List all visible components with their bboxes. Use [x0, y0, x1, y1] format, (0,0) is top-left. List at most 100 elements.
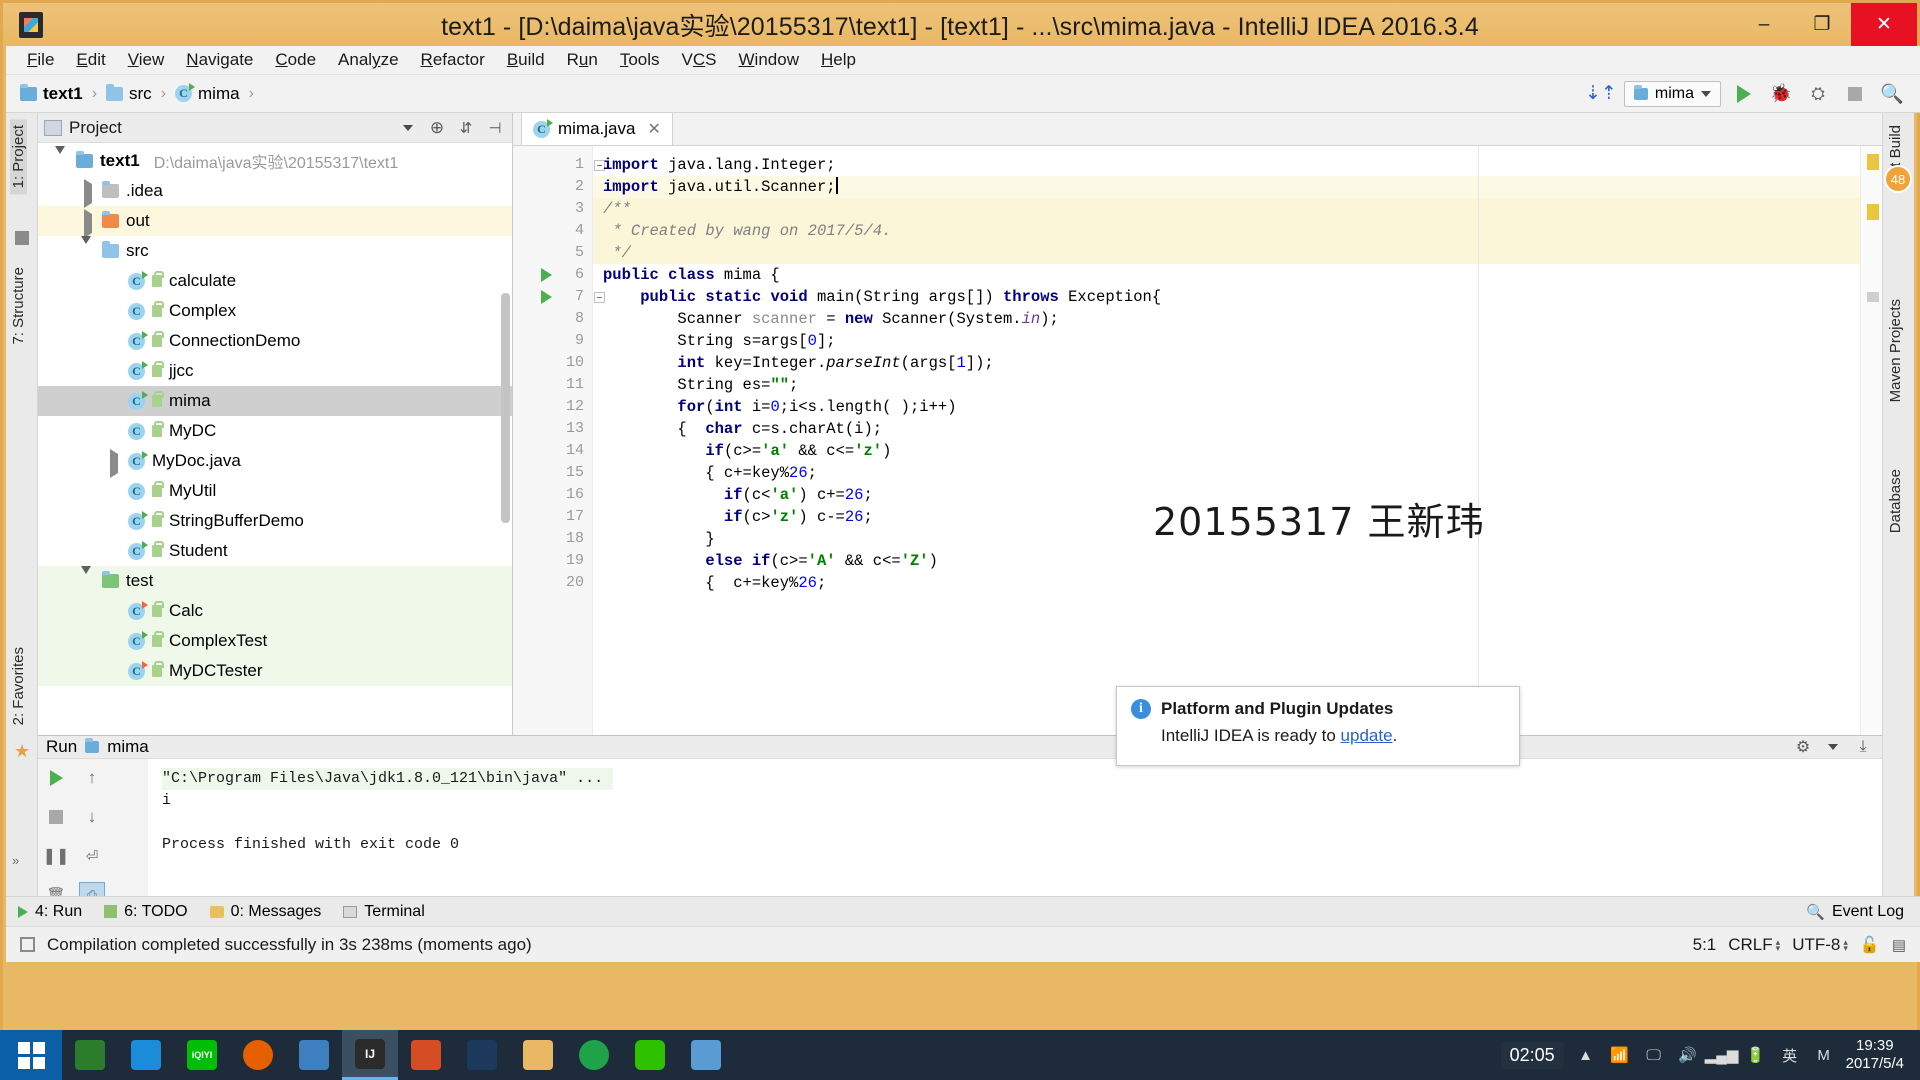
ime-icon[interactable]: 英	[1778, 1043, 1802, 1067]
tree-item-jjcc[interactable]: Cjjcc	[38, 356, 512, 386]
sidebar-item-maven-projects[interactable]: Maven Projects	[1887, 293, 1904, 408]
run-gutter-icon[interactable]	[541, 268, 552, 282]
build-status-icon[interactable]	[20, 937, 35, 952]
breadcrumb-text1[interactable]: text1	[16, 83, 87, 104]
taskbar-blue-app[interactable]	[286, 1030, 342, 1080]
run-configuration-selector[interactable]: mima	[1623, 80, 1721, 107]
encoding-selector[interactable]: UTF-8 ▴ ▾	[1792, 935, 1848, 955]
menu-build[interactable]: Build	[496, 48, 556, 72]
taskbar-iqiyi-app[interactable]: iQIYI	[174, 1030, 230, 1080]
taskbar-firefox-app[interactable]	[230, 1030, 286, 1080]
line-number[interactable]: 12	[513, 396, 592, 418]
taskbar-notes-app[interactable]	[678, 1030, 734, 1080]
code-line[interactable]: { c+=key%26;	[593, 462, 1882, 484]
tree-item--idea[interactable]: .idea	[38, 176, 512, 208]
menu-help[interactable]: Help	[810, 48, 867, 72]
notification-popup[interactable]: i Platform and Plugin Updates IntelliJ I…	[1116, 686, 1520, 766]
search-button[interactable]: 🔍	[1878, 80, 1906, 108]
hide-panel-icon[interactable]: ⊣	[484, 117, 506, 139]
project-tree[interactable]: text1 D:\daima\java实验\20155317\text1 .idea…	[38, 143, 512, 735]
notification-icon[interactable]: ▤	[1892, 936, 1906, 954]
code-editor[interactable]: 1 2 3 4 5 6 7 8 9 10 11 12 13 14 15 16 17 18 19 20 20155317…	[513, 146, 1882, 735]
target-icon[interactable]: ⊕	[426, 117, 448, 139]
tree-item-stringbufferdemo[interactable]: C StringBufferDemo	[38, 506, 512, 536]
editor-marker-bar[interactable]	[1860, 146, 1882, 735]
taskbar-browser-app[interactable]	[566, 1030, 622, 1080]
chevron-down-icon[interactable]	[1822, 736, 1844, 758]
stop-button[interactable]	[43, 804, 69, 830]
minimize-button[interactable]: –	[1735, 3, 1793, 46]
chevron-down-icon[interactable]	[81, 566, 95, 593]
code-line[interactable]: String s=args[0];	[593, 330, 1882, 352]
line-number[interactable]: 13	[513, 418, 592, 440]
menu-tools[interactable]: Tools	[609, 48, 671, 72]
sidebar-item-database[interactable]: Database	[1887, 463, 1904, 539]
menu-vcs[interactable]: VCS	[671, 48, 728, 72]
tree-item-complex[interactable]: C Complex	[38, 296, 512, 326]
console-output[interactable]: "C:\Program Files\Java\jdk1.8.0_121\bin\…	[148, 759, 1882, 908]
code-line[interactable]: public class mima {	[593, 264, 1882, 286]
chevron-down-icon[interactable]	[55, 146, 69, 173]
tree-item-text1[interactable]: text1 D:\daima\java实验\20155317\text1	[38, 146, 512, 176]
expand-strip-icon[interactable]: »	[12, 853, 19, 868]
breadcrumb-src[interactable]: src	[102, 83, 156, 104]
menu-run[interactable]: Run	[556, 48, 609, 72]
code-line[interactable]: String es="";	[593, 374, 1882, 396]
menu-code[interactable]: Code	[264, 48, 327, 72]
taskbar-intellij-app[interactable]: IJ	[342, 1030, 398, 1080]
gear-icon[interactable]: ⚙	[1792, 736, 1814, 758]
windows-start-button[interactable]	[0, 1030, 62, 1080]
export-icon[interactable]: ⤓	[1852, 736, 1874, 758]
bottom-tab-todo[interactable]: 6: TODO	[104, 903, 188, 921]
code-line[interactable]: { c+=key%26;	[593, 572, 1882, 594]
tree-item-mydctester[interactable]: C MyDCTester	[38, 656, 512, 686]
marker-warning[interactable]	[1867, 154, 1879, 170]
marker-warning[interactable]	[1867, 204, 1879, 220]
line-number[interactable]: 11	[513, 374, 592, 396]
unlocked-icon[interactable]: 🔓	[1860, 935, 1880, 955]
code-line[interactable]: */	[593, 242, 1882, 264]
code-line[interactable]: import java.lang.Integer;	[593, 154, 1882, 176]
tree-item-calculate[interactable]: Ccalculate	[38, 266, 512, 296]
bottom-tab-terminal[interactable]: Terminal	[343, 903, 425, 921]
editor-tab-mima-java[interactable]: C mima.java ✕	[521, 112, 673, 145]
chevron-down-icon[interactable]	[397, 117, 419, 139]
line-separator[interactable]: CRLF ▴ ▾	[1728, 935, 1780, 955]
line-number[interactable]: 14	[513, 440, 592, 462]
editor-gutter[interactable]: 1 2 3 4 5 6 7 8 9 10 11 12 13 14 15 16 17 18 19 20	[513, 146, 605, 735]
chevron-right-icon[interactable]	[81, 179, 95, 208]
tree-item-connectiondemo[interactable]: C ConnectionDemo	[38, 326, 512, 356]
screen-icon[interactable]: 🖵	[1642, 1043, 1666, 1067]
taskbar-windows-app[interactable]	[398, 1030, 454, 1080]
code-line[interactable]: if(c>='a' && c<='z')	[593, 440, 1882, 462]
battery-time-badge[interactable]: 02:05	[1500, 1041, 1564, 1069]
menu-refactor[interactable]: Refactor	[410, 48, 496, 72]
volume-icon[interactable]: 🔊	[1676, 1043, 1700, 1067]
tree-item-student[interactable]: C Student	[38, 536, 512, 566]
code-line[interactable]: public static void main(String args[]) t…	[593, 286, 1882, 308]
coverage-button[interactable]: ⛭	[1804, 80, 1832, 108]
collapse-all-icon[interactable]: ⇵	[455, 117, 477, 139]
close-button[interactable]: ✕	[1851, 3, 1917, 46]
menu-window[interactable]: Window	[728, 48, 810, 72]
taskbar-store-app[interactable]	[118, 1030, 174, 1080]
line-number[interactable]: 4	[513, 220, 592, 242]
maximize-button[interactable]: ❐	[1793, 3, 1851, 46]
ime-mode-icon[interactable]: M	[1812, 1043, 1836, 1067]
line-number[interactable]: 8	[513, 308, 592, 330]
editor-code-lines[interactable]: 20155317 王新玮 import java.lang.Integer; im…	[593, 146, 1882, 735]
scroll-up-button[interactable]: ↑	[79, 765, 105, 791]
taskbar-wechat-app[interactable]	[622, 1030, 678, 1080]
run-button[interactable]	[1730, 80, 1758, 108]
breadcrumb-mima[interactable]: C mima	[171, 83, 244, 104]
scroll-down-button[interactable]: ↓	[79, 804, 105, 830]
sidebar-item-favorites[interactable]: 2: Favorites	[10, 641, 27, 731]
code-line[interactable]: int key=Integer.parseInt(args[1]);	[593, 352, 1882, 374]
menu-analyze[interactable]: Analyze	[327, 48, 410, 72]
tree-item-test[interactable]: test	[38, 566, 512, 596]
sidebar-item-project[interactable]: 1: Project	[10, 119, 27, 195]
tree-item-out[interactable]: out	[38, 206, 512, 238]
network-icon[interactable]: 📶	[1608, 1043, 1632, 1067]
chevron-right-icon[interactable]	[81, 209, 95, 238]
run-gutter-icon[interactable]	[541, 290, 552, 304]
